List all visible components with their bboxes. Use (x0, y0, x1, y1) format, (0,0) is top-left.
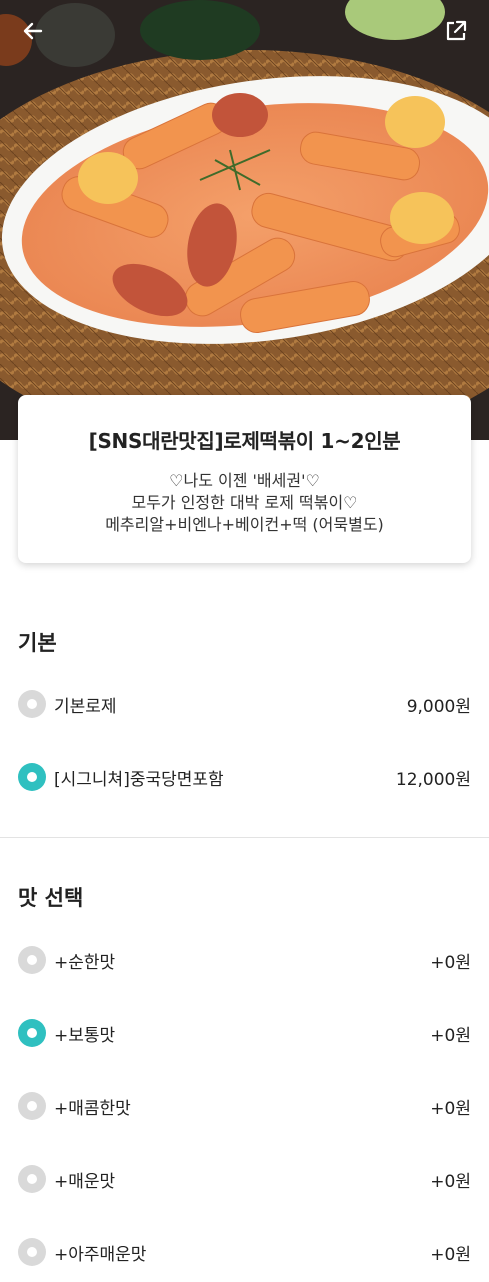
back-button[interactable] (16, 14, 50, 48)
option-price: +0원 (430, 1098, 471, 1119)
share-external-icon (446, 20, 467, 41)
option-mild[interactable]: +순한맛 +0원 (18, 945, 471, 975)
radio-button[interactable] (18, 1092, 46, 1120)
option-label: +순한맛 (54, 952, 116, 973)
option-signature[interactable]: [시그니쳐]중국당면포함 12,000원 (18, 762, 471, 792)
product-title: [SNS대란맛집]로제떡볶이 1~2인분 (88, 429, 401, 453)
option-label: 기본로제 (54, 696, 117, 717)
option-spicy[interactable]: +매콤한맛 +0원 (18, 1091, 471, 1121)
section-title-base: 기본 (18, 631, 57, 655)
option-regular[interactable]: +보통맛 +0원 (18, 1018, 471, 1048)
option-label: +매운맛 (54, 1171, 116, 1192)
radio-button[interactable] (18, 690, 46, 718)
option-label: +매콤한맛 (54, 1098, 131, 1119)
option-price: +0원 (430, 952, 471, 973)
product-image (0, 0, 489, 440)
radio-button-selected[interactable] (18, 763, 46, 791)
option-label: +아주매운맛 (54, 1244, 147, 1265)
radio-button[interactable] (18, 1238, 46, 1266)
tteokbokki-photo (0, 0, 489, 440)
option-hot[interactable]: +매운맛 +0원 (18, 1164, 471, 1194)
option-price: +0원 (430, 1171, 471, 1192)
description-line: ♡나도 이젠 '배세권'♡ (169, 471, 320, 490)
option-label: +보통맛 (54, 1025, 116, 1046)
description-line: 메추리알+비엔나+베이컨+떡 (어묵별도) (105, 515, 384, 534)
option-price: +0원 (430, 1244, 471, 1265)
option-price: 12,000원 (395, 769, 471, 790)
option-price: 9,000원 (406, 696, 471, 717)
share-button[interactable] (439, 14, 473, 48)
product-info-card: [SNS대란맛집]로제떡볶이 1~2인분 ♡나도 이젠 '배세권'♡ 모두가 인… (18, 395, 471, 563)
option-price: +0원 (430, 1025, 471, 1046)
section-divider (0, 837, 489, 838)
arrow-left-icon (23, 22, 43, 40)
radio-button[interactable] (18, 1165, 46, 1193)
section-title-spice: 맛 선택 (18, 886, 84, 910)
option-very-hot[interactable]: +아주매운맛 +0원 (18, 1237, 471, 1267)
product-description: ♡나도 이젠 '배세권'♡ 모두가 인정한 대박 로제 떡볶이♡ 메추리알+비엔… (18, 470, 471, 536)
option-label: [시그니쳐]중국당면포함 (54, 769, 224, 790)
radio-button-selected[interactable] (18, 1019, 46, 1047)
description-line: 모두가 인정한 대박 로제 떡볶이♡ (131, 493, 358, 512)
option-base-rose[interactable]: 기본로제 9,000원 (18, 689, 471, 719)
radio-button[interactable] (18, 946, 46, 974)
